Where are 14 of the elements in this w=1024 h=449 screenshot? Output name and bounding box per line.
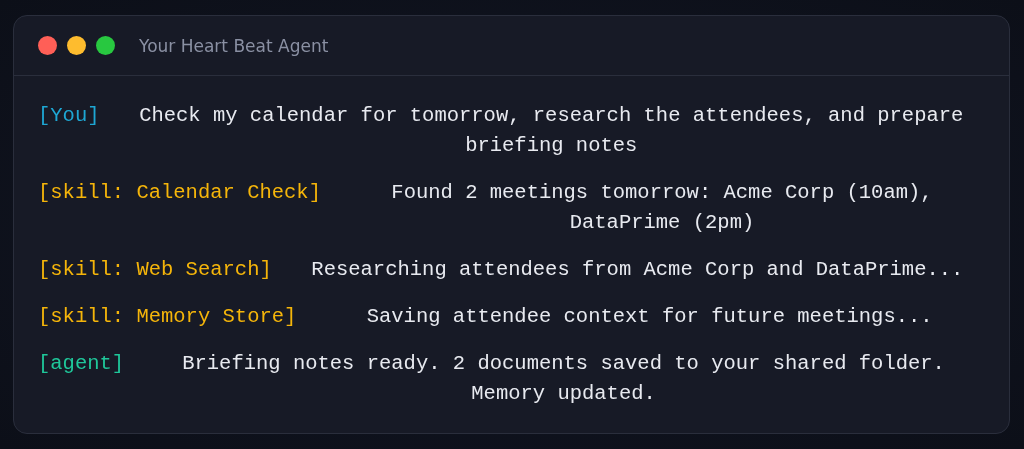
message-text: Briefing notes ready. 2 documents saved to your shared folder. Memory updated. [181, 351, 946, 407]
sender-label: [skill: Web Search] [38, 257, 272, 283]
message-text: Found 2 meetings tomorrow: Acme Corp (10am), DataPrime (2pm) [390, 180, 934, 236]
message-text: Researching attendees from Acme Corp and DataPrime... [310, 257, 965, 283]
sender-label: [skill: Memory Store] [38, 304, 297, 330]
message-text: Check my calendar for tomorrow, research the attendees, and prepare briefing notes [138, 103, 965, 159]
maximize-button[interactable] [96, 36, 115, 55]
message-text: Saving attendee context for future meetings... [365, 304, 934, 330]
sender-label: [agent] [38, 351, 125, 377]
sender-label: [skill: Calendar Check] [38, 180, 321, 206]
close-button[interactable] [38, 36, 57, 55]
window-title: Your Heart Beat Agent [139, 35, 329, 56]
minimize-button[interactable] [67, 36, 86, 55]
sender-label: [You] [38, 103, 100, 129]
